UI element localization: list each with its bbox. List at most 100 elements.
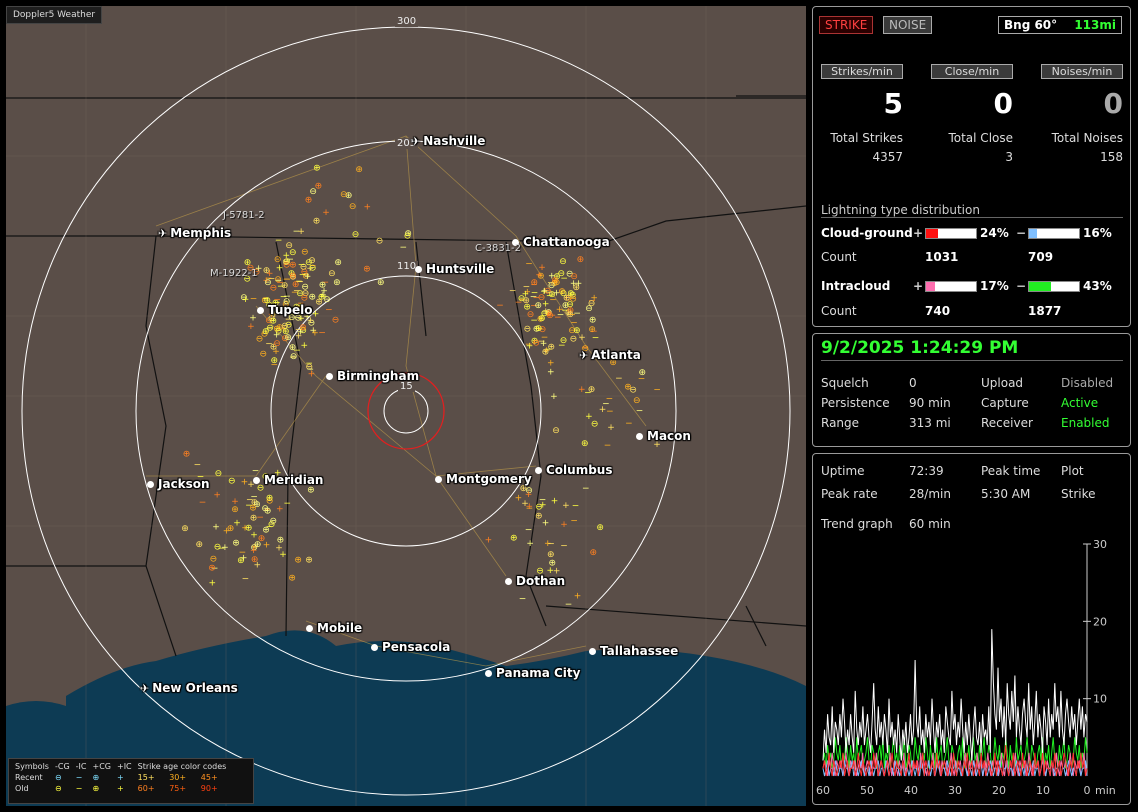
strike-marker: ⊖ [629,385,637,395]
close-per-min: 0 [993,87,1013,120]
storm-cell-label[interactable]: J-5781-2 [223,210,265,221]
city-nashville: ✈ Nashville [411,134,485,148]
range-label: Range [821,416,860,430]
city-name: Chattanooga [523,235,610,249]
city-chattanooga: Chattanooga [512,235,610,249]
strike-marker: − [276,279,284,289]
strike-marker: − [636,406,644,416]
storm-cell-label[interactable]: C-3831-2 [475,243,521,254]
cg-neg-count: 709 [1028,250,1054,264]
strike-marker: ⊕ [258,534,266,544]
city-columbus: Columbus [535,463,613,477]
strike-marker: ⊕ [542,348,550,358]
strike-marker: − [256,513,264,523]
strike-marker: − [275,236,283,246]
close-per-min-label: Close/min [931,64,1013,79]
city-pensacola: Pensacola [371,640,450,654]
ic-count-label: Count [821,304,857,318]
cg-minus-sign: − [1016,226,1027,240]
strike-marker: − [549,296,557,306]
strike-marker: − [293,287,301,297]
strike-marker: + [231,497,239,507]
city-name: Huntsville [426,262,495,276]
peak-rate-label: Peak rate [821,487,878,501]
strike-marker: + [547,358,555,368]
strike-marker: + [322,208,330,218]
strike-marker: ⊕ [270,316,278,326]
strike-marker: − [572,502,580,512]
strike-marker: + [526,502,534,512]
strike-marker: + [574,592,582,602]
strike-marker: ⊖ [633,396,641,406]
strike-marker: + [556,305,564,315]
strike-marker: + [254,560,262,570]
y-tick-label: 30 [1093,540,1107,551]
distribution-title: Lightning type distribution [821,203,1123,218]
strike-marker: − [590,327,598,337]
city-name: New Orleans [152,681,238,695]
strike-marker: ⊕ [264,506,272,516]
x-tick-label: 40 [904,784,918,797]
strike-marker: ⊕ [313,216,321,226]
noises-per-min: 0 [1103,87,1123,120]
total-strikes: 4357 [872,150,903,164]
peak-time-label: Peak time [981,464,1041,478]
city-atlanta: ✈ Atlanta [579,348,641,362]
city-dot-icon [306,625,313,632]
strike-marker: − [615,374,623,384]
strike-marker: ⊖ [301,248,309,258]
old-cg-pos-icon: ⊕ [92,784,100,793]
trend-graph-value[interactable]: 60 min [909,517,951,531]
strike-marker: ⊖ [270,517,278,527]
strike-marker: ⊕ [590,548,598,558]
lightning-map[interactable]: − ⊖ − ⊕ − ⊖ ⊖ ⊕ ⊖ + + − ⊕ − ⊖ ⊕ ⊖ − ⊖ − + − + + ⊖ ⊕ ⊕ ⊖ + ⊖ ⊖ − − + ⊕ + − ⊖ ⊖ ⊖… [6,6,806,806]
strike-marker: − [325,306,333,316]
strike-marker: − [194,461,202,471]
strike-marker: + [275,543,283,553]
cg-count-label: Count [821,250,857,264]
persistence-value[interactable]: 90 min [909,396,951,410]
strike-mode-button[interactable]: STRIKE [819,16,874,34]
legend-old-label: Old [15,784,29,793]
range-value[interactable]: 313 mi [909,416,951,430]
strike-marker: ⊖ [376,237,384,247]
squelch-value[interactable]: 0 [909,376,917,390]
ic-minus-sign: − [1016,279,1027,293]
age-code: 15+ [137,773,155,782]
strike-marker: ⊕ [289,261,297,271]
cg-plus-sign: + [913,226,924,240]
strike-marker: ⊕ [232,538,240,548]
y-tick-label: 20 [1093,615,1107,628]
strike-marker: + [515,494,523,504]
strike-marker: ⊕ [305,196,313,206]
city-name: Atlanta [591,348,641,362]
strike-marker: + [221,543,229,553]
noises-per-min-label: Noises/min [1041,64,1123,79]
upload-value[interactable]: Disabled [1061,376,1113,390]
strikes-per-min: 5 [883,87,903,120]
city-jackson: Jackson [147,477,210,491]
y-tick-label: 10 [1093,693,1107,706]
receiver-value[interactable]: Enabled [1061,416,1110,430]
capture-value[interactable]: Active [1061,396,1098,410]
strike-marker: ⊕ [581,439,589,449]
city-dot-icon [535,467,542,474]
strike-marker: − [606,395,614,405]
strike-marker: − [570,318,578,328]
strikes-per-min-label: Strikes/min [821,64,903,79]
strike-marker: + [301,341,309,351]
city-name: Nashville [423,134,486,148]
ic-pos-bar-fill [926,282,935,291]
strike-marker: ⊕ [237,556,245,566]
strike-marker: ⊖ [349,202,357,212]
city-panama-city: Panama City [485,666,580,680]
x-unit-label: min [1095,784,1116,797]
noise-mode-button[interactable]: NOISE [883,16,933,34]
storm-cell-label[interactable]: M-1922-1 [210,268,258,279]
strike-marker: ⊕ [315,181,323,191]
strike-marker: − [582,484,590,494]
plot-value[interactable]: Strike [1061,487,1096,501]
city-name: Mobile [317,621,363,635]
total-noises-label: Total Noises [1051,131,1123,145]
trend-panel: Uptime 72:39 Peak time Plot Peak rate 28… [812,453,1131,805]
